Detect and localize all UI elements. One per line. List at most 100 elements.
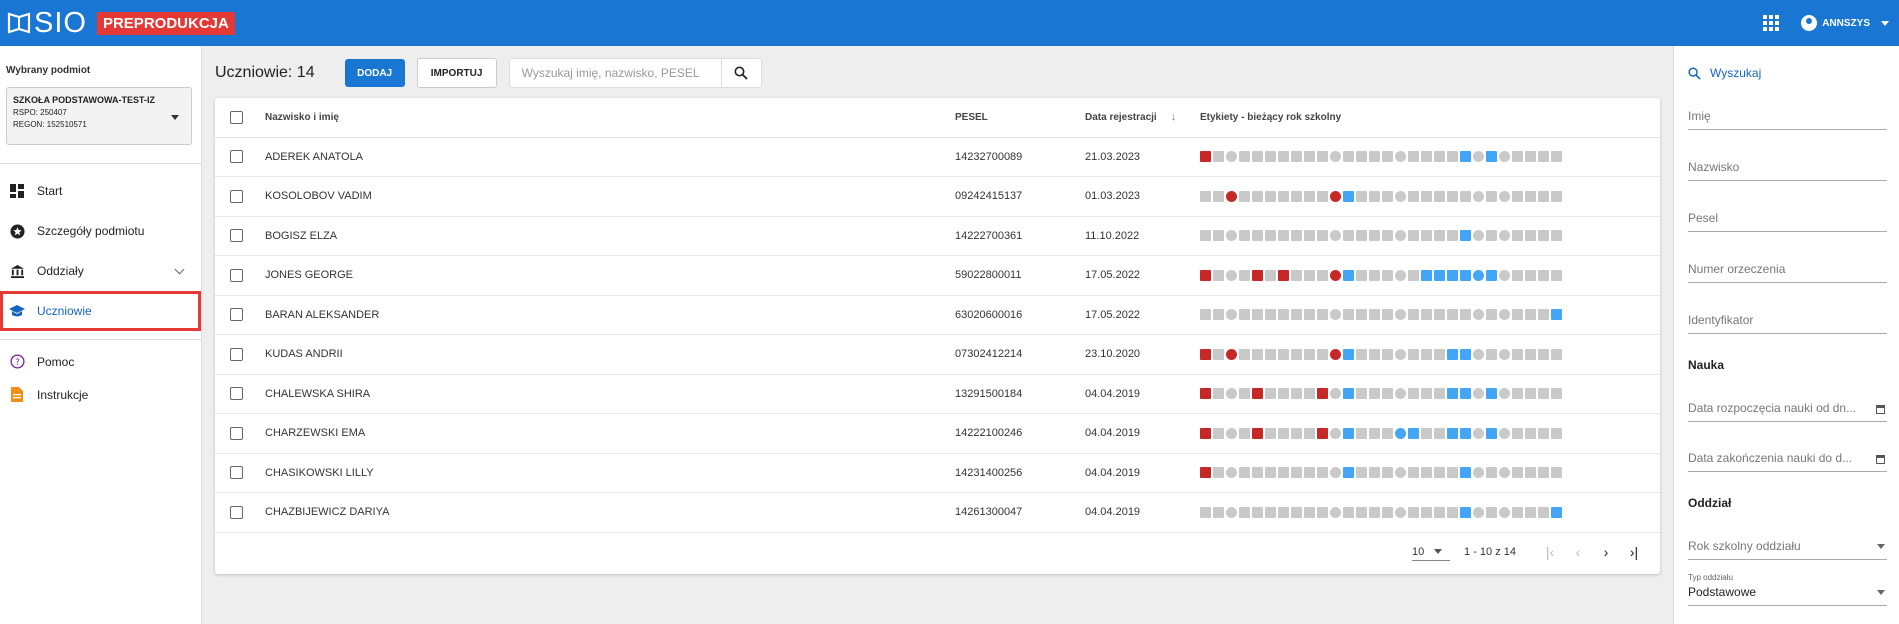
puzzle-icon[interactable] [1434,190,1445,202]
globe-icon[interactable] [1330,348,1341,360]
shield-icon[interactable] [1395,309,1406,321]
hearing-icon[interactable] [1304,309,1315,321]
bus-icon[interactable] [1421,348,1432,360]
hearing-icon[interactable] [1304,151,1315,163]
puzzle-icon[interactable] [1434,348,1445,360]
thumb-down-icon[interactable] [1200,269,1211,281]
filter-search-button[interactable]: Wyszukaj [1688,63,1887,83]
check-badge-icon[interactable] [1382,348,1393,360]
euro-icon[interactable] [1447,230,1458,242]
bus-icon[interactable] [1421,467,1432,479]
sidebar-item-students[interactable]: Uczniowie [0,291,201,331]
location-icon[interactable] [1473,269,1484,281]
bookmark-outline-icon[interactable] [1369,309,1380,321]
location-icon[interactable] [1473,506,1484,518]
clock-icon[interactable] [1226,388,1237,400]
sidebar-item-instructions[interactable]: Instrukcje [0,378,201,411]
table-row[interactable]: CHALEWSKA SHIRA 13291500184 04.04.2019 [215,374,1660,414]
circle-icon[interactable] [1499,190,1510,202]
clock-icon[interactable] [1226,151,1237,163]
no-food-icon[interactable] [1317,467,1328,479]
flag-icon[interactable] [1551,427,1562,439]
bookmark-outline-icon[interactable] [1369,388,1380,400]
table-row[interactable]: BOGISZ ELZA 14222700361 11.10.2022 [215,216,1660,256]
puzzle-icon[interactable] [1434,388,1445,400]
bookmark-icon[interactable] [1356,427,1367,439]
bookmark-outline-icon[interactable] [1369,506,1380,518]
learning-end-date-field[interactable]: Data zakończenia nauki do d... [1688,432,1887,472]
row-checkbox[interactable] [230,466,243,480]
shield-icon[interactable] [1395,230,1406,242]
next-page-icon[interactable]: › [1592,540,1620,564]
hearing-icon[interactable] [1304,506,1315,518]
book-reader-icon[interactable] [1343,230,1354,242]
location-icon[interactable] [1473,190,1484,202]
note-square-icon[interactable] [1512,190,1523,202]
no-food-icon[interactable] [1317,348,1328,360]
bus-icon[interactable] [1421,151,1432,163]
class-type-select[interactable]: Typ oddziału Podstawowe [1688,570,1887,606]
search-input[interactable] [508,58,722,88]
search-button[interactable] [721,58,762,88]
book-reader-icon[interactable] [1343,348,1354,360]
id-card-icon[interactable] [1525,427,1536,439]
bus-icon[interactable] [1421,506,1432,518]
clock-icon[interactable] [1226,506,1237,518]
id-card-icon[interactable] [1525,348,1536,360]
medical-cross-icon[interactable] [1486,427,1497,439]
flag-icon[interactable] [1551,388,1562,400]
checkbox-icon[interactable] [1538,427,1549,439]
table-row[interactable]: KUDAS ANDRII 07302412214 23.10.2020 [215,334,1660,375]
globe-icon[interactable] [1330,427,1341,439]
shield-icon[interactable] [1395,269,1406,281]
globe-icon[interactable] [1330,230,1341,242]
check-badge-icon[interactable] [1382,269,1393,281]
globe-icon[interactable] [1330,467,1341,479]
checkbox-icon[interactable] [1538,309,1549,321]
globe-icon[interactable] [1330,190,1341,202]
check-badge-icon[interactable] [1382,230,1393,242]
phone-icon[interactable] [1291,427,1302,439]
bookmark-icon[interactable] [1356,309,1367,321]
bag-icon[interactable] [1239,151,1250,163]
id-card-icon[interactable] [1525,309,1536,321]
note-square-icon[interactable] [1512,467,1523,479]
wheelchair-icon[interactable] [1460,348,1471,360]
last-name-field[interactable]: Nazwisko [1688,140,1887,181]
hearing-icon[interactable] [1304,269,1315,281]
sidebar-item-start[interactable]: Start [0,171,201,211]
bookmark-icon[interactable] [1356,506,1367,518]
briefcase-plus-icon[interactable] [1252,230,1263,242]
book-reader-icon[interactable] [1343,427,1354,439]
check-badge-icon[interactable] [1382,506,1393,518]
row-checkbox[interactable] [230,229,243,243]
wheelchair-icon[interactable] [1460,151,1471,163]
person-card-icon[interactable] [1265,230,1276,242]
medical-cross-icon[interactable] [1486,269,1497,281]
circle-icon[interactable] [1499,309,1510,321]
flag-icon[interactable] [1551,309,1562,321]
note-square-icon[interactable] [1512,309,1523,321]
note-icon[interactable] [1213,190,1224,202]
briefcase-plus-icon[interactable] [1252,309,1263,321]
checkbox-icon[interactable] [1538,151,1549,163]
globe-icon[interactable] [1330,309,1341,321]
tiles-icon[interactable] [1408,230,1419,242]
checkbox-icon[interactable] [1538,348,1549,360]
learning-start-date-field[interactable]: Data rozpoczęcia nauki od dn... [1688,382,1887,422]
row-checkbox[interactable] [230,308,243,322]
id-card-icon[interactable] [1525,230,1536,242]
circle-icon[interactable] [1499,467,1510,479]
bag-icon[interactable] [1239,230,1250,242]
book-reader-icon[interactable] [1343,190,1354,202]
bus-icon[interactable] [1421,427,1432,439]
puzzle-icon[interactable] [1434,467,1445,479]
phone-icon[interactable] [1291,388,1302,400]
flag-icon[interactable] [1551,467,1562,479]
location-icon[interactable] [1473,427,1484,439]
bag-icon[interactable] [1239,348,1250,360]
bookmark-icon[interactable] [1356,269,1367,281]
bookmark-icon[interactable] [1356,190,1367,202]
check-badge-icon[interactable] [1382,467,1393,479]
no-food-icon[interactable] [1317,388,1328,400]
